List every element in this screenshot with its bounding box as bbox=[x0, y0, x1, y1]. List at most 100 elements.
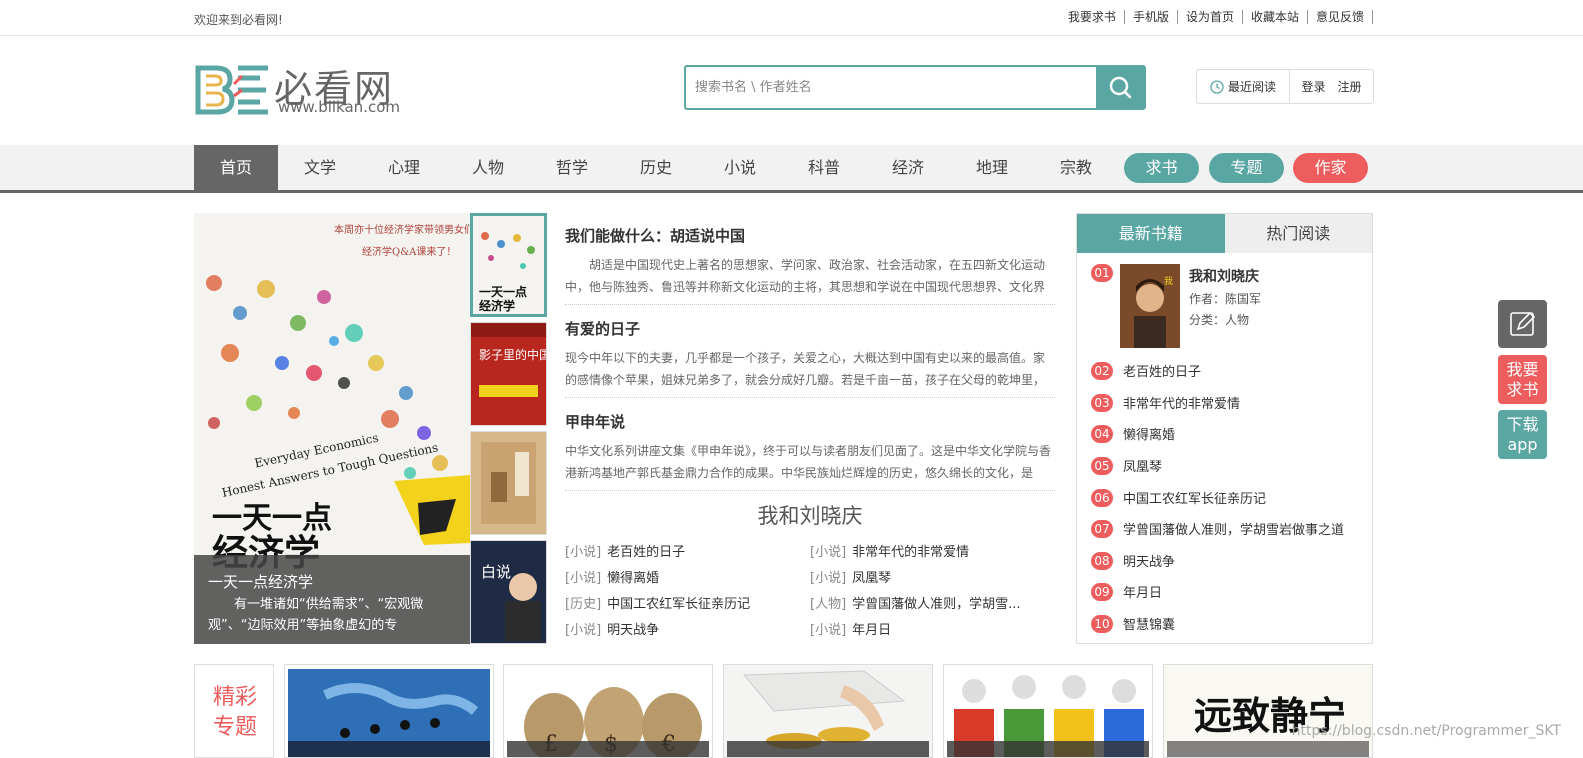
rank-badge: 06 bbox=[1091, 488, 1113, 507]
article-summary: 现今中年以下的夫妻，几乎都是一个孩子，关爱之心，大概达到中国有史以来的最高值。家… bbox=[565, 351, 1046, 387]
recent-reading-button[interactable]: 最近阅读 bbox=[1197, 70, 1290, 103]
top-book-cover: 我 bbox=[1120, 264, 1180, 348]
tab-popular-reads[interactable]: 热门阅读 bbox=[1224, 214, 1372, 253]
nav-item-religion[interactable]: 宗教 bbox=[1034, 145, 1118, 190]
feature-book-name: 老百姓的日子 bbox=[607, 545, 686, 560]
featured-banner[interactable]: 本周亦十位经济学家带领男女们成身定制的 经济学Q&A课来了！ Everyday … bbox=[194, 213, 470, 644]
nav-item-fiction[interactable]: 小说 bbox=[698, 145, 782, 190]
top-book-info: 我和刘晓庆 作者：陈国军 分类：人物 bbox=[1189, 266, 1349, 328]
feature-book-name: 学曾国藩做人准则，学胡雪... bbox=[852, 597, 1021, 612]
top-link-bookmark[interactable]: 收藏本站 bbox=[1243, 10, 1308, 24]
feature-book-name: 年月日 bbox=[852, 623, 892, 638]
nav-pill-authors[interactable]: 作家 bbox=[1293, 153, 1368, 183]
ranking-item[interactable]: 03 非常年代的非常爱情 bbox=[1091, 393, 1240, 412]
nav-item-science[interactable]: 科普 bbox=[782, 145, 866, 190]
banner-title[interactable]: 一天一点经济学 bbox=[208, 571, 456, 592]
ranking-item[interactable]: 05 凤凰琴 bbox=[1091, 456, 1162, 475]
feature-book-name: 懒得离婚 bbox=[607, 571, 660, 586]
ranking-item[interactable]: 10 智慧锦囊 bbox=[1091, 614, 1175, 633]
floating-request-book-button[interactable]: 我要求书 bbox=[1498, 355, 1547, 404]
thumbnail-1[interactable]: 一天一点 经济学 bbox=[470, 213, 547, 317]
feature-book-category: [人物] bbox=[810, 597, 847, 612]
thumbnail-3[interactable] bbox=[470, 431, 547, 535]
top-links: 我要求书 手机版 设为首页 收藏本站 意见反馈 bbox=[1060, 10, 1373, 24]
rank-badge: 03 bbox=[1091, 393, 1113, 412]
feature-book-category: [小说] bbox=[810, 623, 847, 638]
main-nav: 首页 文学 心理 人物 哲学 历史 小说 科普 经济 地理 宗教 求书 专题 作… bbox=[0, 145, 1583, 193]
ranking-item[interactable]: 06 中国工农红军长征亲历记 bbox=[1091, 488, 1266, 507]
feature-book-item[interactable]: [人物] 学曾国藩做人准则，学胡雪... bbox=[810, 593, 1021, 612]
nav-item-philosophy[interactable]: 哲学 bbox=[530, 145, 614, 190]
floating-download-app-button[interactable]: 下载app bbox=[1498, 410, 1547, 459]
topic-card[interactable]: 远致静宁 bbox=[1163, 664, 1373, 758]
auth-links: 登录 注册 bbox=[1290, 78, 1373, 95]
thumbnail-2[interactable]: 影子里的中国 bbox=[470, 322, 547, 426]
feature-book-item[interactable]: [小说] 懒得离婚 bbox=[565, 567, 659, 586]
rank-badge: 05 bbox=[1091, 456, 1113, 475]
thumbnail-cover-economics: 一天一点 经济学 bbox=[473, 216, 544, 314]
ranking-item-name: 学曾国藩做人准则，学胡雪岩做事之道 bbox=[1123, 523, 1345, 538]
topic-card[interactable] bbox=[723, 664, 933, 758]
search-input[interactable]: 搜索书名 \ 作者姓名 bbox=[686, 67, 1096, 108]
article-title[interactable]: 有爱的日子 bbox=[565, 318, 1055, 339]
article-summary: 中华文化系列讲座文集《甲申年说》，终于可以与读者朋友们见面了。这是中华文化学院与… bbox=[565, 444, 1052, 480]
ranking-item[interactable]: 07 学曾国藩做人准则，学胡雪岩做事之道 bbox=[1091, 519, 1344, 538]
feature-section: 我和刘晓庆 [小说] 老百姓的日子 [小说] 非常年代的非常爱情 [小说] 懒得离婚 … bbox=[565, 500, 1055, 638]
svg-text:影子里的中国: 影子里的中国 bbox=[479, 347, 546, 362]
feature-book-name: 中国工农红军长征亲历记 bbox=[607, 597, 751, 612]
ranking-item-name: 凤凰琴 bbox=[1123, 460, 1163, 475]
article-title[interactable]: 我们能做什么：胡适说中国 bbox=[565, 225, 1055, 246]
feature-title[interactable]: 我和刘晓庆 bbox=[565, 500, 1055, 530]
nav-item-literature[interactable]: 文学 bbox=[278, 145, 362, 190]
topic-card[interactable] bbox=[943, 664, 1153, 758]
nav-item-psychology[interactable]: 心理 bbox=[362, 145, 446, 190]
feature-book-item[interactable]: [小说] 老百姓的日子 bbox=[565, 541, 685, 560]
article-item: 有爱的日子 现今中年以下的夫妻，几乎都是一个孩子，关爱之心，大概达到中国有史以来… bbox=[565, 318, 1055, 398]
nav-item-history[interactable]: 历史 bbox=[614, 145, 698, 190]
floating-edit-button[interactable] bbox=[1498, 300, 1547, 348]
feature-book-item[interactable]: [小说] 非常年代的非常爱情 bbox=[810, 541, 969, 560]
top-link-mobile[interactable]: 手机版 bbox=[1125, 10, 1178, 24]
ranking-item-name: 智慧锦囊 bbox=[1123, 618, 1176, 633]
top-book-category: 分类：人物 bbox=[1189, 313, 1250, 327]
tab-latest-books[interactable]: 最新书籍 bbox=[1077, 214, 1225, 253]
feature-book-name: 明天战争 bbox=[607, 623, 660, 638]
top-link-request-book[interactable]: 我要求书 bbox=[1060, 10, 1125, 24]
svg-text:本周亦十位经济学家带领男女们成身定制的: 本周亦十位经济学家带领男女们成身定制的 bbox=[334, 223, 470, 236]
nav-item-biography[interactable]: 人物 bbox=[446, 145, 530, 190]
special-topics-label[interactable]: 精彩专题 bbox=[194, 664, 274, 758]
rank-badge: 08 bbox=[1091, 551, 1113, 570]
top-link-feedback[interactable]: 意见反馈 bbox=[1308, 10, 1373, 24]
nav-pill-topics[interactable]: 专题 bbox=[1209, 153, 1284, 183]
ranking-item-name: 非常年代的非常爱情 bbox=[1123, 397, 1241, 412]
thumbnail-cover-shadow-china: 影子里的中国 bbox=[471, 323, 546, 425]
nav-item-home[interactable]: 首页 bbox=[194, 145, 278, 190]
feature-book-item[interactable]: [历史] 中国工农红军长征亲历记 bbox=[565, 593, 750, 612]
ranking-item-name: 老百姓的日子 bbox=[1123, 365, 1202, 380]
ranking-tabs: 最新书籍 热门阅读 bbox=[1077, 214, 1372, 253]
nav-pill-request[interactable]: 求书 bbox=[1124, 153, 1199, 183]
feature-book-item[interactable]: [小说] 凤凰琴 bbox=[810, 567, 891, 586]
ranking-item[interactable]: 09 年月日 bbox=[1091, 582, 1162, 601]
site-logo[interactable]: 必看网 www.biikan.com bbox=[194, 62, 434, 118]
welcome-text: 欢迎来到必看网! bbox=[194, 13, 283, 27]
search-button[interactable] bbox=[1096, 67, 1144, 108]
thumbnail-4[interactable]: 白说 bbox=[470, 540, 547, 644]
ranking-item[interactable]: 02 老百姓的日子 bbox=[1091, 361, 1201, 380]
nav-item-economics[interactable]: 经济 bbox=[866, 145, 950, 190]
article-title[interactable]: 甲申年说 bbox=[565, 411, 1055, 432]
article-item: 甲申年说 中华文化系列讲座文集《甲申年说》，终于可以与读者朋友们见面了。这是中华… bbox=[565, 411, 1055, 491]
feature-book-category: [小说] bbox=[565, 623, 602, 638]
feature-book-name: 凤凰琴 bbox=[852, 571, 892, 586]
topic-card[interactable]: £ $ € bbox=[503, 664, 713, 758]
ranking-item[interactable]: 08 明天战争 bbox=[1091, 551, 1175, 570]
nav-item-geography[interactable]: 地理 bbox=[950, 145, 1034, 190]
top-link-set-homepage[interactable]: 设为首页 bbox=[1178, 10, 1243, 24]
register-link[interactable]: 注册 bbox=[1338, 78, 1362, 95]
topic-card[interactable] bbox=[284, 664, 494, 758]
login-link[interactable]: 登录 bbox=[1301, 78, 1325, 95]
ranking-item[interactable]: 04 懒得离婚 bbox=[1091, 424, 1175, 443]
top-book-title[interactable]: 我和刘晓庆 bbox=[1189, 266, 1349, 286]
feature-book-item[interactable]: [小说] 明天战争 bbox=[565, 619, 659, 638]
feature-book-item[interactable]: [小说] 年月日 bbox=[810, 619, 891, 638]
